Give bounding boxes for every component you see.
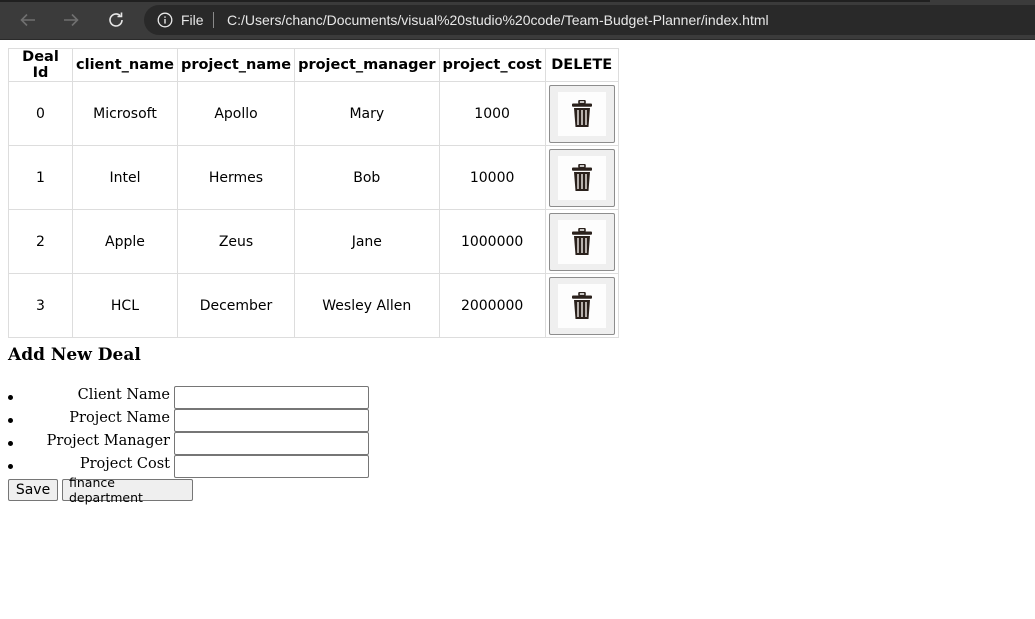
table-row: 3 HCL December Wesley Allen 2000000 [9,274,618,337]
trash-icon [557,155,606,200]
save-button[interactable]: Save [8,479,58,501]
cell-deal-id: 3 [9,274,73,337]
finance-department-button[interactable]: finance department [62,475,193,505]
header-project-cost: project_cost [439,49,546,82]
table-header-row: Deal Id client_name project_name project… [9,49,618,82]
header-project-manager: project_manager [295,49,440,82]
delete-button[interactable] [548,276,615,335]
list-bullet [8,464,13,469]
project-cost-label: Project Cost [79,456,170,472]
refresh-icon [107,11,125,29]
cell-project-cost: 2000000 [440,274,546,337]
forward-arrow-icon [62,11,80,29]
info-icon[interactable] [157,12,173,28]
cell-deal-id: 1 [9,146,73,210]
back-button[interactable] [14,6,42,34]
delete-button[interactable] [548,84,615,143]
url-scheme-label: File [181,12,204,28]
address-separator [213,12,214,28]
cell-client-name: Intel [73,146,178,210]
cell-deal-id: 2 [9,210,73,274]
table-row: 1 Intel Hermes Bob 10000 [9,146,618,210]
back-arrow-icon [19,11,37,29]
add-deal-heading: Add New Deal [8,345,141,365]
trash-icon [557,219,606,264]
cell-delete [545,210,618,274]
browser-toolbar: File C:/Users/chanc/Documents/visual%20s… [0,0,1035,40]
cell-project-cost: 1000 [439,82,546,146]
cell-delete [546,274,618,337]
trash-icon [557,283,606,328]
table-row: 2 Apple Zeus Jane 1000000 [9,210,618,274]
header-delete: DELETE [545,49,618,82]
refresh-button[interactable] [102,6,130,34]
cell-project-manager: Bob [295,146,440,210]
cell-project-manager: Wesley Allen [295,274,440,337]
address-bar[interactable]: File C:/Users/chanc/Documents/visual%20s… [144,5,1035,35]
cell-delete [545,146,618,210]
list-bullet [8,395,13,400]
cell-project-name: Apollo [177,82,296,146]
header-deal-id: Deal Id [9,49,73,82]
cell-project-manager: Mary [295,82,440,146]
client-name-label: Client Name [77,387,170,403]
cell-client-name: Microsoft [73,82,178,146]
cell-project-name: Hermes [177,146,296,210]
cell-client-name: Apple [73,210,178,274]
list-bullet [8,441,13,446]
delete-button[interactable] [548,212,615,271]
project-manager-label: Project Manager [46,433,170,449]
list-bullet [8,418,13,423]
deals-table: Deal Id client_name project_name project… [8,48,619,338]
project-name-input[interactable] [174,409,369,432]
cell-project-name: December [178,274,296,337]
cell-project-name: Zeus [177,210,296,274]
forward-button[interactable] [57,6,85,34]
table-row: 0 Microsoft Apollo Mary 1000 [9,82,618,146]
header-client-name: client_name [73,49,178,82]
project-name-label: Project Name [69,410,170,426]
cell-project-cost: 10000 [439,146,546,210]
url-text[interactable]: C:/Users/chanc/Documents/visual%20studio… [227,12,769,28]
trash-icon [557,91,606,136]
header-project-name: project_name [177,49,296,82]
tab-strip-edge [0,0,930,2]
cell-project-cost: 1000000 [439,210,546,274]
project-manager-input[interactable] [174,432,369,455]
cell-project-manager: Jane [295,210,440,274]
cell-client-name: HCL [73,274,178,337]
page-content: Deal Id client_name project_name project… [0,40,1035,619]
delete-button[interactable] [548,148,615,207]
cell-delete [545,82,618,146]
cell-deal-id: 0 [9,82,73,146]
project-cost-input[interactable] [174,455,369,478]
client-name-input[interactable] [174,386,369,409]
